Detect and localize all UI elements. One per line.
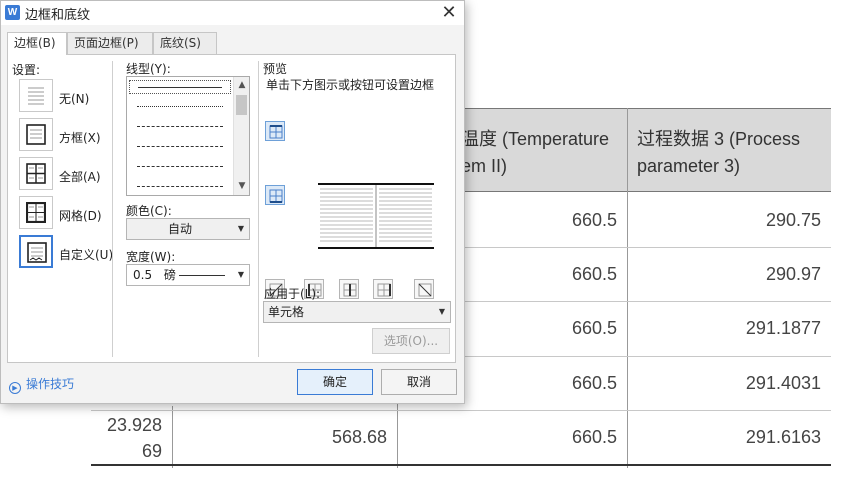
dropdown-arrow-icon: ▼ <box>237 224 244 233</box>
setting-all-label[interactable]: 全部(A) <box>59 168 101 185</box>
dropdown-arrow-icon: ▼ <box>438 307 445 316</box>
line-style-small-dash[interactable] <box>129 120 231 134</box>
diagonal-up-border-button[interactable] <box>414 279 434 299</box>
setting-grid-label[interactable]: 网格(D) <box>59 207 102 224</box>
table-cell: 291.6163 <box>745 427 821 447</box>
setting-custom-icon[interactable] <box>19 235 53 268</box>
setting-custom-label[interactable]: 自定义(U) <box>59 246 113 263</box>
tips-link-text: 操作技巧 <box>26 377 75 391</box>
column-separator <box>112 61 113 357</box>
cancel-button[interactable]: 取消 <box>381 369 457 395</box>
top-border-button[interactable] <box>265 121 285 141</box>
line-style-dash[interactable] <box>129 140 231 154</box>
borders-and-shading-dialog: W 边框和底纹 ✕ 边框(B) 页面边框(P) 底纹(S) 设置: 无(N) 方… <box>0 0 465 404</box>
table-cell: 660.5 <box>571 427 617 447</box>
table-cell: 23.928 69 <box>106 415 162 461</box>
preview-heading: 预览 <box>263 62 288 76</box>
setting-none-icon[interactable] <box>19 79 53 112</box>
line-style-label: 线型(Y): <box>126 62 171 76</box>
border-preview-diagram <box>318 183 434 249</box>
scroll-thumb[interactable] <box>236 95 247 115</box>
close-icon[interactable]: ✕ <box>434 1 464 25</box>
tab-page-border[interactable]: 页面边框(P) <box>67 32 153 54</box>
color-select[interactable]: 自动 ▼ <box>126 218 250 240</box>
header-cell-temperature: 温度 (Temperature em II) <box>461 129 610 176</box>
apply-to-label: 应用于(L): <box>264 287 321 301</box>
line-style-list[interactable]: ▲ ▼ <box>126 76 250 196</box>
line-style-scrollbar[interactable]: ▲ ▼ <box>233 77 249 195</box>
dropdown-arrow-icon: ▼ <box>237 270 244 279</box>
scroll-down-icon[interactable]: ▼ <box>234 178 249 194</box>
line-style-dotted[interactable] <box>129 100 231 114</box>
table-cell: 291.4031 <box>745 373 821 393</box>
table-cell: 290.97 <box>765 264 821 284</box>
setting-all-icon[interactable] <box>19 157 53 190</box>
column-separator <box>258 61 259 357</box>
width-label: 宽度(W): <box>126 250 176 264</box>
width-select[interactable]: 0.5 磅 ▼ <box>126 264 250 286</box>
bottom-border-button[interactable] <box>265 185 285 205</box>
settings-heading: 设置: <box>12 63 41 77</box>
table-cell: 568.68 <box>331 427 387 447</box>
width-select-value: 0.5 <box>133 268 153 282</box>
setting-none-label[interactable]: 无(N) <box>59 90 89 107</box>
scroll-up-icon[interactable]: ▲ <box>234 77 249 93</box>
right-border-button[interactable] <box>373 279 393 299</box>
apply-to-select-value: 单元格 <box>268 305 305 319</box>
preview-hint: 单击下方图示或按钮可设置边框 <box>266 78 435 92</box>
line-style-solid[interactable] <box>129 80 231 94</box>
wps-writer-icon: W <box>5 5 20 20</box>
header-cell-process-parameter: 过程数据 3 (Process parameter 3) <box>637 129 801 176</box>
table-cell: 291.1877 <box>745 318 821 338</box>
table-cell: 290.75 <box>765 210 821 230</box>
line-style-dash-dot-dot[interactable] <box>129 180 231 194</box>
table-bottom-border <box>91 464 831 466</box>
width-unit: 磅 <box>163 268 176 282</box>
setting-grid-icon[interactable] <box>19 196 53 229</box>
tab-shading[interactable]: 底纹(S) <box>153 32 217 54</box>
tab-borders[interactable]: 边框(B) <box>7 32 67 55</box>
dialog-title: 边框和底纹 <box>25 8 91 23</box>
setting-box-label[interactable]: 方框(X) <box>59 129 101 146</box>
operation-tips-link[interactable]: ▶ 操作技巧 <box>9 375 74 394</box>
play-circle-icon: ▶ <box>9 382 21 394</box>
line-style-dash-dot[interactable] <box>129 160 231 174</box>
inside-vertical-border-button[interactable] <box>339 279 359 299</box>
dialog-titlebar: W 边框和底纹 ✕ <box>1 1 464 25</box>
setting-box-icon[interactable] <box>19 118 53 151</box>
color-label: 颜色(C): <box>126 204 172 218</box>
width-line-sample <box>179 275 225 276</box>
color-select-value: 自动 <box>167 222 192 236</box>
borders-panel: 设置: 无(N) 方框(X) 全部(A) 网格(D) 自定义(U) 线型(Y): <box>7 54 456 363</box>
apply-to-select[interactable]: 单元格 ▼ <box>263 301 451 323</box>
options-button[interactable]: 选项(O)... <box>372 328 450 354</box>
ok-button[interactable]: 确定 <box>297 369 373 395</box>
